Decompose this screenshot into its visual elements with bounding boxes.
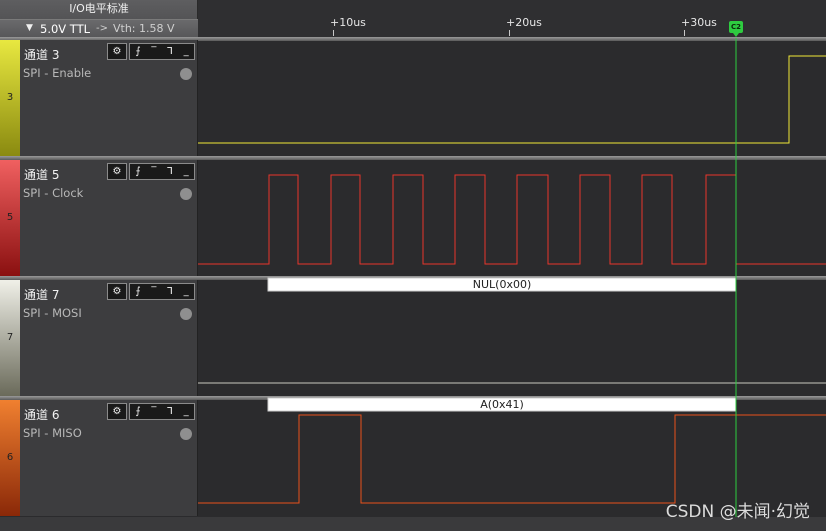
watermark: CSDN @未闻·幻觉	[665, 502, 810, 522]
tick-mark-10us	[333, 30, 334, 36]
threshold-voltage: Vth: 1.58 V	[113, 22, 175, 35]
channel-index: 3	[6, 92, 14, 103]
mosi-decode-bubble[interactable]: NUL(0x00)	[267, 277, 737, 292]
high-level-trigger-icon[interactable]: ‾	[151, 44, 156, 59]
tick-mark-30us	[684, 30, 685, 36]
io-standard-title: I/O电平标准	[69, 2, 129, 15]
arrow-text: ->	[96, 23, 108, 34]
channel-settings-gear-icon[interactable]: ⚙	[107, 43, 127, 60]
clock-waveform	[198, 174, 826, 265]
channel-analyzer-label: SPI - Clock	[23, 186, 84, 200]
trigger-edge-buttons[interactable]: ⨍ ‾ Ꞁ _	[129, 403, 195, 420]
miso-waveform	[198, 414, 826, 504]
trigger-edge-buttons[interactable]: ⨍ ‾ Ꞁ _	[129, 163, 195, 180]
rising-edge-trigger-icon[interactable]: ⨍	[135, 284, 140, 299]
channel-settings-gear-icon[interactable]: ⚙	[107, 403, 127, 420]
trigger-edge-buttons[interactable]: ⨍ ‾ Ꞁ _	[129, 43, 195, 60]
channel-label-6[interactable]: 6 通道 6 SPI - MISO ⚙ ⨍ ‾ Ꞁ _	[0, 400, 198, 516]
low-level-trigger-icon[interactable]: _	[184, 404, 189, 419]
low-level-trigger-icon[interactable]: _	[184, 164, 189, 179]
falling-edge-trigger-icon[interactable]: Ꞁ	[167, 284, 173, 299]
channel-status-dot[interactable]	[180, 308, 192, 320]
rising-edge-trigger-icon[interactable]: ⨍	[135, 404, 140, 419]
miso-decode-bubble[interactable]: A(0x41)	[267, 397, 737, 412]
low-level-trigger-icon[interactable]: _	[184, 44, 189, 59]
miso-decode-value: A(0x41)	[480, 398, 524, 411]
channel-label-5[interactable]: 5 通道 5 SPI - Clock ⚙ ⨍ ‾ Ꞁ _	[0, 160, 198, 276]
rising-edge-trigger-icon[interactable]: ⨍	[135, 44, 140, 59]
channel-analyzer-label: SPI - Enable	[23, 66, 92, 80]
channel-name[interactable]: 通道 5	[24, 166, 59, 183]
channel-settings-gear-icon[interactable]: ⚙	[107, 163, 127, 180]
channel-analyzer-label: SPI - MISO	[23, 426, 82, 440]
channel-status-dot[interactable]	[180, 188, 192, 200]
tick-label-10us: +10us	[330, 16, 366, 29]
channel-analyzer-label: SPI - MOSI	[23, 306, 82, 320]
tick-label-20us: +20us	[506, 16, 542, 29]
channel-index: 7	[6, 332, 14, 343]
tick-label-30us: +30us	[681, 16, 717, 29]
channel-label-7[interactable]: 7 通道 7 SPI - MOSI ⚙ ⨍ ‾ Ꞁ _	[0, 280, 198, 396]
high-level-trigger-icon[interactable]: ‾	[151, 284, 156, 299]
channel-status-dot[interactable]	[180, 68, 192, 80]
cursor-marker-pointer-icon	[733, 33, 739, 37]
channel-name[interactable]: 通道 3	[24, 46, 59, 63]
channel-index: 6	[6, 452, 14, 463]
channel-label-3[interactable]: 3 通道 3 SPI - Enable ⚙ ⨍ ‾ Ꞁ _	[0, 40, 198, 156]
channel-status-dot[interactable]	[180, 428, 192, 440]
high-level-trigger-icon[interactable]: ‾	[151, 404, 156, 419]
low-level-trigger-icon[interactable]: _	[184, 284, 189, 299]
dropdown-triangle-icon[interactable]: ▼	[26, 23, 33, 33]
waveform-area[interactable]: NUL(0x00) A(0x41)	[198, 38, 826, 517]
channel-color-strip: 7	[0, 280, 20, 396]
falling-edge-trigger-icon[interactable]: Ꞁ	[167, 404, 173, 419]
mosi-decode-value: NUL(0x00)	[473, 278, 532, 291]
falling-edge-trigger-icon[interactable]: Ꞁ	[167, 164, 173, 179]
channel-name[interactable]: 通道 7	[24, 286, 59, 303]
channel-color-strip: 3	[0, 40, 20, 156]
tick-mark-20us	[509, 30, 510, 36]
cursor-marker-c2[interactable]: C2	[729, 21, 743, 33]
falling-edge-trigger-icon[interactable]: Ꞁ	[167, 44, 173, 59]
logic-analyzer-window: I/O电平标准 ▼ 5.0V TTL -> Vth: 1.58 V +10us …	[0, 0, 826, 531]
enable-waveform	[198, 55, 826, 144]
channel-name[interactable]: 通道 6	[24, 406, 59, 423]
io-level-panel: I/O电平标准 ▼ 5.0V TTL -> Vth: 1.58 V	[0, 0, 198, 38]
trigger-edge-buttons[interactable]: ⨍ ‾ Ꞁ _	[129, 283, 195, 300]
high-level-trigger-icon[interactable]: ‾	[151, 164, 156, 179]
channel-color-strip: 6	[0, 400, 20, 516]
channel-settings-gear-icon[interactable]: ⚙	[107, 283, 127, 300]
channel-index: 5	[6, 212, 14, 223]
channel-color-strip: 5	[0, 160, 20, 276]
rising-edge-trigger-icon[interactable]: ⨍	[135, 164, 140, 179]
io-level-selector[interactable]: ▼ 5.0V TTL -> Vth: 1.58 V	[0, 19, 198, 38]
time-ruler[interactable]: +10us +20us +30us	[198, 0, 826, 39]
io-level-value[interactable]: 5.0V TTL	[40, 22, 90, 36]
